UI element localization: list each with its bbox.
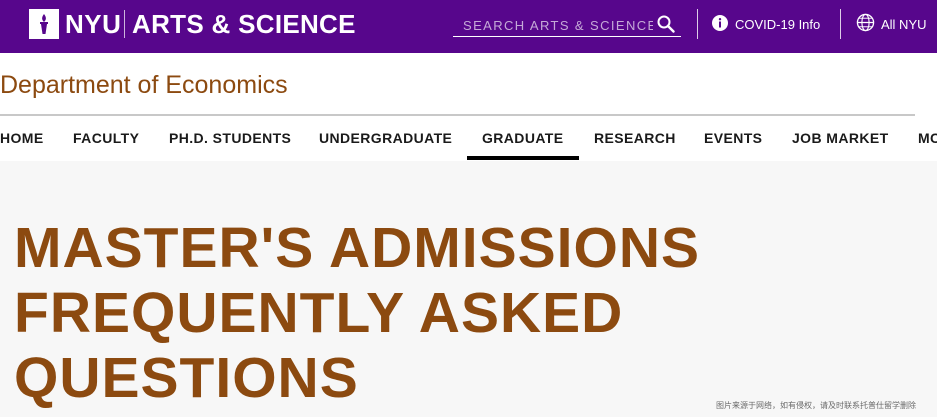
all-nyu-link[interactable]: All NYU <box>856 13 927 35</box>
nav-item-job-market[interactable]: JOB MARKET <box>792 130 889 146</box>
nav-item-faculty[interactable]: FACULTY <box>73 130 139 146</box>
all-nyu-label: All NYU <box>881 16 927 32</box>
header-divider <box>840 9 841 39</box>
department-title[interactable]: Department of Economics <box>0 70 288 100</box>
header-divider <box>697 9 698 39</box>
page-title: MASTER'S ADMISSIONS FREQUENTLY ASKED QUE… <box>14 216 914 411</box>
page-title-line: FREQUENTLY ASKED <box>14 281 624 345</box>
nav-item-more[interactable]: MC <box>918 130 937 146</box>
nav-active-indicator <box>467 156 579 160</box>
brand-divider <box>124 10 125 38</box>
search-box[interactable] <box>453 12 681 37</box>
site-header: NYU ARTS & SCIENCE COVID-19 Info <box>0 0 937 53</box>
nav-item-graduate[interactable]: GRADUATE <box>482 130 564 146</box>
covid-info-label: COVID-19 Info <box>735 16 821 32</box>
globe-icon <box>856 13 875 35</box>
brand-nyu[interactable]: NYU <box>65 10 121 38</box>
image-watermark: 图片来源于网络，如有侵权，请及时联系托普仕留学删除 <box>716 401 916 410</box>
main-nav: HOME FACULTY PH.D. STUDENTS UNDERGRADUAT… <box>0 116 937 160</box>
nav-item-phd-students[interactable]: PH.D. STUDENTS <box>169 130 291 146</box>
page-title-line: MASTER'S ADMISSIONS <box>14 216 700 280</box>
nav-item-home[interactable]: HOME <box>0 130 44 146</box>
search-input[interactable] <box>461 14 655 36</box>
nyu-torch-icon[interactable] <box>29 9 59 39</box>
covid-info-link[interactable]: COVID-19 Info <box>712 14 820 34</box>
search-icon[interactable] <box>657 15 675 38</box>
info-icon <box>712 14 728 34</box>
brand-arts-science[interactable]: ARTS & SCIENCE <box>132 10 356 38</box>
nav-item-undergraduate[interactable]: UNDERGRADUATE <box>319 130 452 146</box>
nav-item-events[interactable]: EVENTS <box>704 130 762 146</box>
nav-item-research[interactable]: RESEARCH <box>594 130 676 146</box>
